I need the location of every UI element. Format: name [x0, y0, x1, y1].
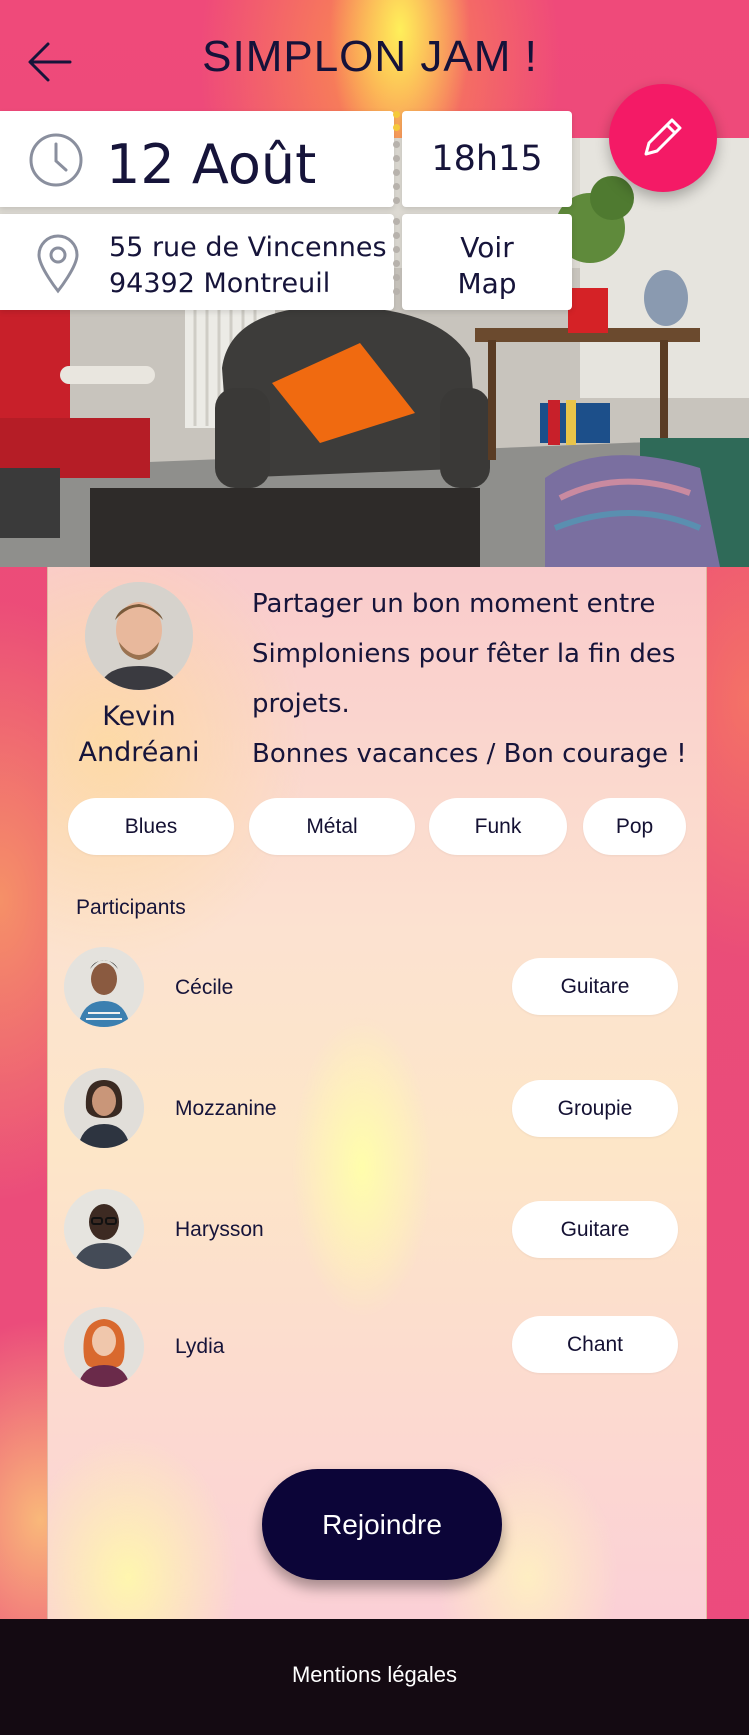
- view-map-label-line-1: Voir: [460, 231, 514, 264]
- view-map-label: Voir Map: [402, 230, 572, 302]
- event-time: 18h15: [431, 139, 543, 179]
- participant-role[interactable]: Guitare: [512, 958, 678, 1015]
- card-divider-dots: [392, 108, 402, 306]
- view-map-label-line-2: Map: [457, 267, 517, 300]
- divider-dot: [393, 274, 400, 281]
- divider-dot: [393, 197, 400, 204]
- page-title: SIMPLON JAM !: [202, 32, 538, 81]
- back-arrow-icon: [28, 42, 72, 82]
- divider-dot: [393, 155, 400, 162]
- participant-name: Lydia: [175, 1335, 225, 1358]
- description-text: Partager un bon moment entre Simploniens…: [252, 589, 676, 719]
- event-address: 55 rue de Vincennes 94392 Montreuil: [109, 230, 387, 302]
- participant-avatar[interactable]: [64, 1068, 144, 1148]
- footer: Mentions légales: [0, 1619, 749, 1735]
- divider-dot: [393, 183, 400, 190]
- participant-avatar[interactable]: [64, 947, 144, 1027]
- host-last-name: Andréani: [78, 737, 200, 768]
- participant-role[interactable]: Groupie: [512, 1080, 678, 1137]
- date-card: 12 Août: [0, 111, 394, 207]
- participant-role[interactable]: Guitare: [512, 1201, 678, 1258]
- host-avatar[interactable]: [85, 582, 193, 690]
- genre-tag[interactable]: Pop: [583, 798, 686, 855]
- host-first-name: Kevin: [102, 701, 176, 732]
- genre-tag[interactable]: Métal: [249, 798, 415, 855]
- genre-tag[interactable]: Blues: [68, 798, 234, 855]
- divider-dot: [393, 288, 400, 295]
- description-text-2: Bonnes vacances / Bon courage !: [252, 739, 687, 769]
- back-button[interactable]: [24, 36, 84, 96]
- participant-avatar[interactable]: [64, 1189, 144, 1269]
- divider-dot: [393, 218, 400, 225]
- divider-dot: [393, 260, 400, 267]
- divider-dot: [393, 246, 400, 253]
- edit-event-button[interactable]: [609, 84, 717, 192]
- address-line-1: 55 rue de Vincennes: [109, 232, 387, 263]
- address-line-2: 94392 Montreuil: [109, 268, 331, 299]
- clock-icon: [29, 133, 83, 187]
- legal-notice-link[interactable]: Mentions légales: [0, 1662, 749, 1688]
- participant-role[interactable]: Chant: [512, 1316, 678, 1373]
- event-description: Partager un bon moment entre Simploniens…: [252, 579, 697, 779]
- participant-name: Harysson: [175, 1218, 264, 1241]
- participant-avatar[interactable]: [64, 1307, 144, 1387]
- host-name: Kevin Andréani: [62, 699, 216, 771]
- event-details-panel: Kevin Andréani Partager un bon moment en…: [47, 567, 707, 1619]
- divider-dot: [393, 169, 400, 176]
- divider-dot: [393, 141, 400, 148]
- join-button[interactable]: Rejoindre: [262, 1469, 502, 1580]
- divider-dot: [393, 124, 400, 131]
- address-card: 55 rue de Vincennes 94392 Montreuil: [0, 214, 394, 310]
- event-date: 12 Août: [106, 133, 317, 196]
- divider-dot: [393, 232, 400, 239]
- time-card: 18h15: [402, 111, 572, 207]
- participant-name: Cécile: [175, 976, 234, 999]
- divider-dot: [393, 111, 400, 118]
- participants-heading: Participants: [76, 896, 186, 919]
- view-map-button[interactable]: Voir Map: [402, 214, 572, 310]
- pencil-icon: [644, 118, 682, 156]
- participant-name: Mozzanine: [175, 1097, 277, 1120]
- location-pin-icon: [37, 234, 79, 294]
- genre-tag[interactable]: Funk: [429, 798, 567, 855]
